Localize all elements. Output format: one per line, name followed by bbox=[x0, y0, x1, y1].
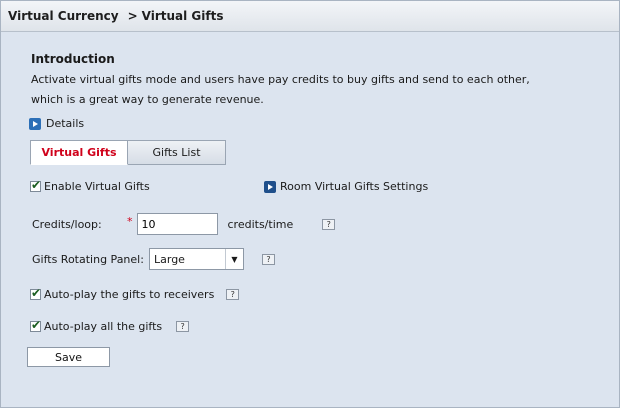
autoplay-receivers-row: Auto-play the gifts to receivers ? bbox=[30, 286, 240, 301]
save-button[interactable]: Save bbox=[27, 347, 110, 367]
help-icon[interactable]: ? bbox=[262, 253, 275, 265]
intro-text: Activate virtual gifts mode and users ha… bbox=[31, 73, 530, 106]
details-link[interactable]: Details bbox=[29, 117, 84, 130]
credits-input[interactable] bbox=[136, 213, 218, 235]
rotating-panel-value: Large bbox=[154, 252, 185, 266]
autoplay-receivers-checkbox[interactable] bbox=[30, 286, 41, 300]
play-icon bbox=[264, 180, 276, 193]
tab-virtual-gifts[interactable]: Virtual Gifts bbox=[30, 140, 128, 165]
help-icon[interactable]: ? bbox=[176, 321, 190, 332]
tab-gifts-list[interactable]: Gifts List bbox=[128, 140, 226, 165]
details-label: Details bbox=[46, 117, 85, 130]
required-mark: * bbox=[127, 214, 133, 228]
enable-virtual-gifts-label: Enable Virtual Gifts bbox=[44, 180, 150, 193]
virtual-gifts-panel: Virtual Currency > Virtual Gifts Introdu… bbox=[0, 0, 620, 408]
rotating-panel-select[interactable]: Large ▼ bbox=[149, 248, 244, 270]
breadcrumb-separator: > bbox=[127, 9, 138, 23]
intro-title: Introduction bbox=[31, 52, 115, 66]
autoplay-all-label: Auto-play all the gifts bbox=[44, 320, 163, 333]
enable-virtual-gifts-checkbox[interactable] bbox=[30, 178, 41, 192]
breadcrumb-parent[interactable]: Virtual Currency bbox=[8, 9, 119, 23]
help-icon[interactable]: ? bbox=[322, 218, 336, 230]
expand-arrow-icon bbox=[29, 117, 41, 130]
chevron-down-icon[interactable]: ▼ bbox=[225, 249, 243, 269]
breadcrumb-current: Virtual Gifts bbox=[141, 9, 224, 23]
enable-virtual-gifts-row: Enable Virtual Gifts bbox=[30, 178, 150, 193]
credits-unit: credits/time bbox=[227, 217, 294, 231]
rotating-panel-row: Gifts Rotating Panel: Large ▼ ? bbox=[32, 248, 275, 270]
help-icon[interactable]: ? bbox=[226, 289, 240, 300]
room-settings-label: Room Virtual Gifts Settings bbox=[280, 180, 429, 193]
tab-bar: Virtual Gifts Gifts List bbox=[30, 140, 226, 165]
autoplay-receivers-label: Auto-play the gifts to receivers bbox=[44, 288, 215, 301]
autoplay-all-row: Auto-play all the gifts ? bbox=[30, 318, 190, 333]
credits-row: Credits/loop: * credits/time ? bbox=[32, 213, 336, 235]
credits-label: Credits/loop: bbox=[32, 217, 102, 231]
room-settings-link[interactable]: Room Virtual Gifts Settings bbox=[264, 180, 428, 193]
autoplay-all-checkbox[interactable] bbox=[30, 318, 41, 332]
breadcrumb: Virtual Currency > Virtual Gifts bbox=[1, 1, 619, 32]
rotating-panel-label: Gifts Rotating Panel: bbox=[32, 252, 144, 266]
